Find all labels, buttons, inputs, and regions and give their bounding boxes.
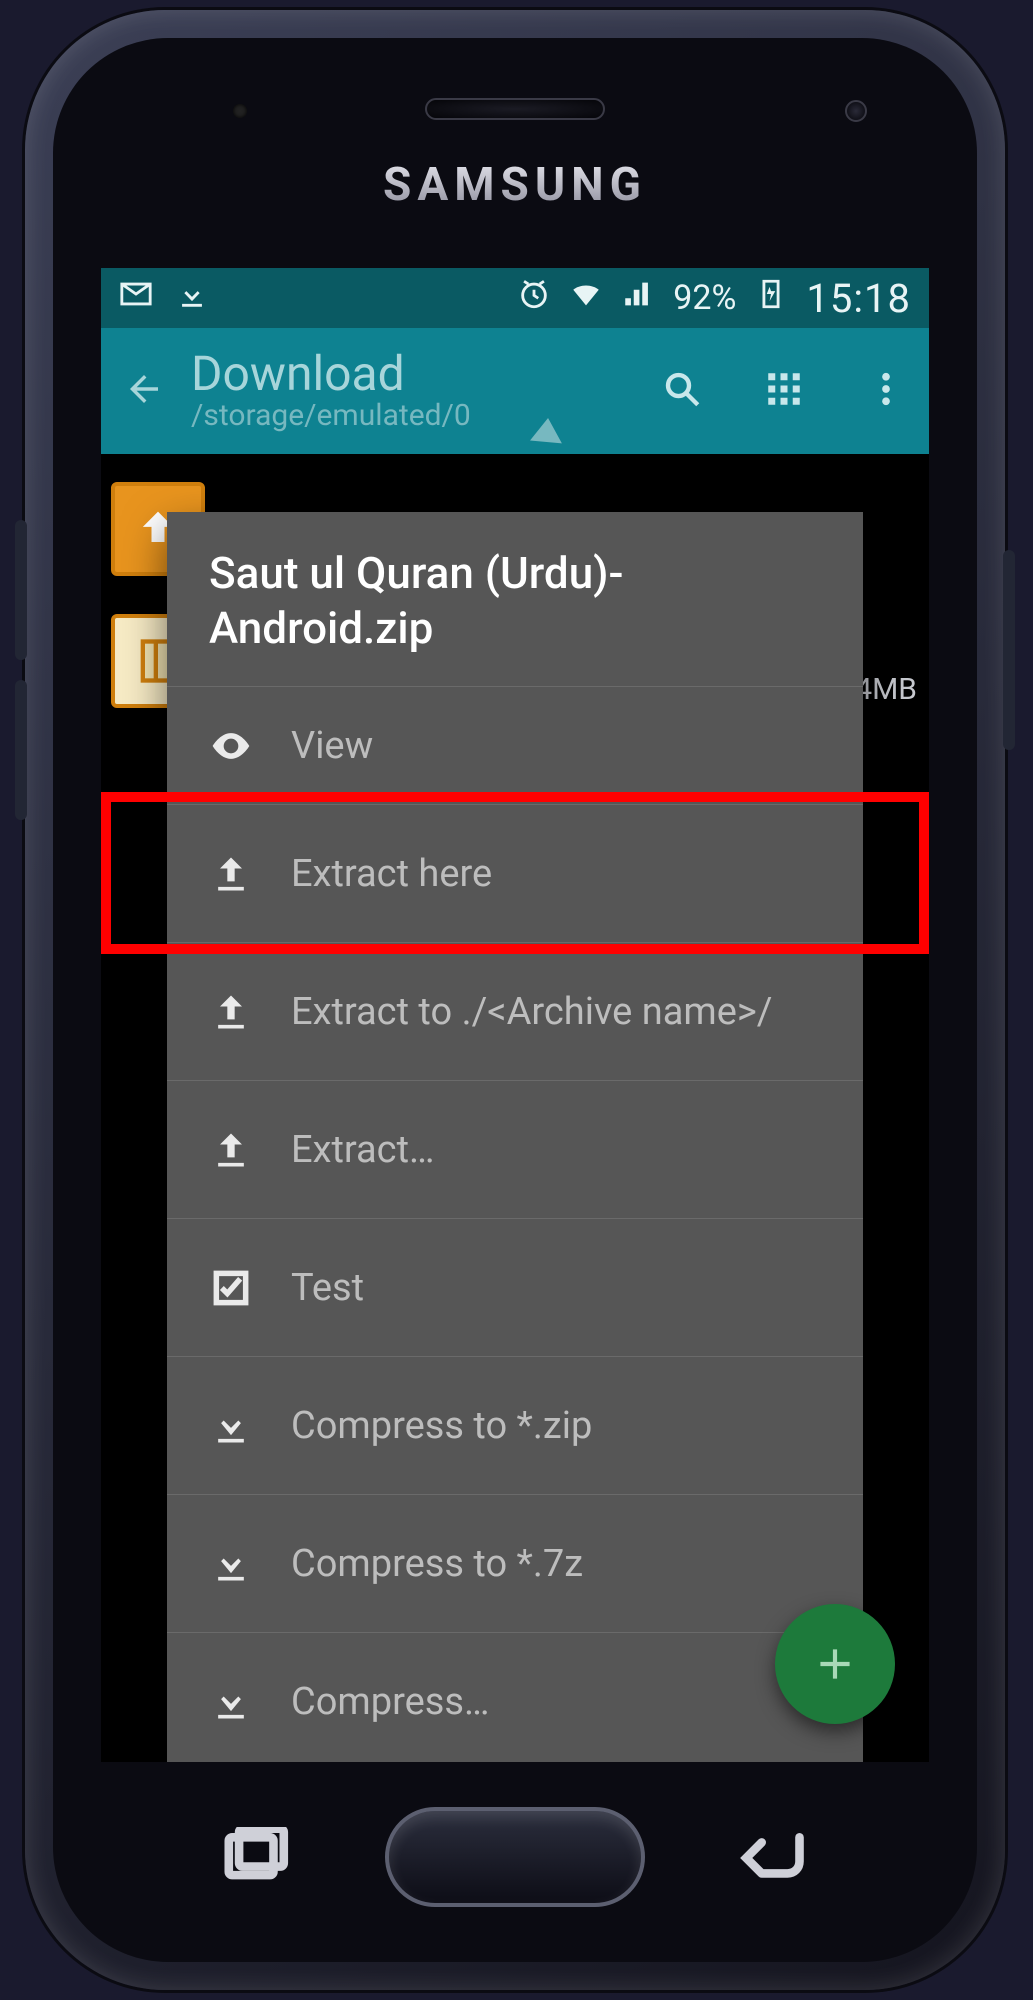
menu-label: Compress… — [291, 1680, 489, 1724]
eye-icon — [209, 724, 253, 768]
signal-icon — [621, 277, 655, 320]
checkbox-icon — [209, 1266, 253, 1310]
phone-frame: SAMSUNG — [25, 10, 1005, 1990]
grid-view-button[interactable] — [763, 368, 805, 414]
front-camera — [845, 100, 867, 122]
overflow-menu-button[interactable] — [865, 368, 907, 414]
menu-label: Test — [291, 1266, 364, 1310]
download-icon — [175, 277, 209, 320]
download-icon — [209, 1404, 253, 1448]
menu-label: Extract to ./<Archive name>/ — [291, 990, 772, 1034]
download-icon — [209, 1680, 253, 1724]
alarm-icon — [517, 277, 551, 320]
menu-label: Compress to *.zip — [291, 1404, 592, 1448]
menu-label: View — [291, 724, 373, 768]
file-size: 4MB — [855, 672, 917, 707]
menu-item-extract-to[interactable]: Extract to ./<Archive name>/ — [167, 942, 863, 1080]
home-button[interactable] — [385, 1807, 645, 1907]
menu-item-extract-here[interactable]: Extract here — [167, 804, 863, 942]
app-bar: Download /storage/emulated/0 — [101, 328, 929, 454]
earpiece-speaker — [425, 98, 605, 120]
back-button[interactable] — [123, 368, 165, 414]
power-button[interactable] — [1003, 550, 1015, 750]
menu-label: Extract… — [291, 1128, 434, 1172]
menu-item-extract[interactable]: Extract… — [167, 1080, 863, 1218]
volume-up-button[interactable] — [15, 520, 27, 660]
modal-scrim[interactable]: 4MB Saut ul Quran (Urdu)-Android.zip Vie… — [101, 454, 929, 1762]
sort-indicator-icon — [530, 417, 564, 444]
context-menu-dialog: Saut ul Quran (Urdu)-Android.zip View Ex… — [167, 512, 863, 1762]
phone-inner: SAMSUNG — [53, 38, 977, 1962]
search-button[interactable] — [661, 368, 703, 414]
clock: 15:18 — [806, 275, 911, 322]
menu-item-test[interactable]: Test — [167, 1218, 863, 1356]
menu-label: Compress to *.7z — [291, 1542, 583, 1586]
menu-item-compress-7z[interactable]: Compress to *.7z — [167, 1494, 863, 1632]
mail-icon — [119, 277, 153, 320]
recent-apps-button[interactable] — [223, 1827, 293, 1882]
dialog-title: Saut ul Quran (Urdu)-Android.zip — [167, 512, 863, 686]
page-title: Download — [191, 350, 635, 398]
battery-percent: 92% — [673, 278, 736, 318]
page-subtitle: /storage/emulated/0 — [191, 398, 635, 433]
menu-item-compress-zip[interactable]: Compress to *.zip — [167, 1356, 863, 1494]
download-icon — [209, 1542, 253, 1586]
status-bar: 92% 15:18 — [101, 268, 929, 328]
menu-label: Extract here — [291, 852, 492, 896]
battery-charging-icon — [754, 277, 788, 320]
screen: 92% 15:18 Download /storage/emulated/0 — [101, 268, 929, 1762]
menu-item-compress[interactable]: Compress… — [167, 1632, 863, 1762]
wifi-icon — [569, 277, 603, 320]
device-brand: SAMSUNG — [53, 158, 977, 212]
add-fab[interactable] — [775, 1604, 895, 1724]
hardware-back-button[interactable] — [737, 1827, 807, 1882]
volume-down-button[interactable] — [15, 680, 27, 820]
title-block: Download /storage/emulated/0 — [191, 350, 635, 433]
upload-icon — [209, 852, 253, 896]
upload-icon — [209, 990, 253, 1034]
menu-item-view[interactable]: View — [167, 686, 863, 804]
proximity-sensor — [233, 104, 247, 118]
upload-icon — [209, 1128, 253, 1172]
